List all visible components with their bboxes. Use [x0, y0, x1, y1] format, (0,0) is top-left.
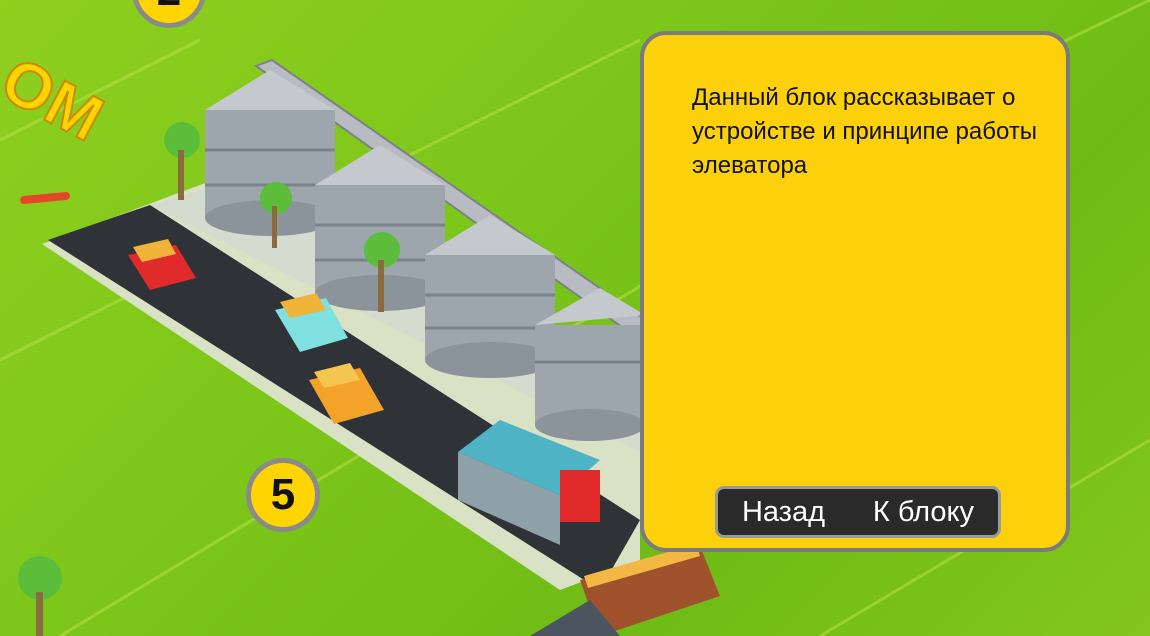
- panel-nav: Назад К блоку: [715, 486, 1001, 538]
- block-marker-5-number: 5: [270, 470, 296, 519]
- block-marker-5[interactable]: 5: [246, 458, 320, 532]
- red-mark: [20, 192, 70, 204]
- back-button[interactable]: Назад: [734, 496, 833, 529]
- block-marker-partial-number: 2: [157, 0, 181, 16]
- field-text: ОМ: [0, 43, 115, 155]
- info-panel: Данный блок рассказывает о устройстве и …: [640, 31, 1070, 552]
- panel-description: Данный блок рассказывает о устройстве и …: [692, 84, 1038, 179]
- to-block-button[interactable]: К блоку: [865, 496, 982, 529]
